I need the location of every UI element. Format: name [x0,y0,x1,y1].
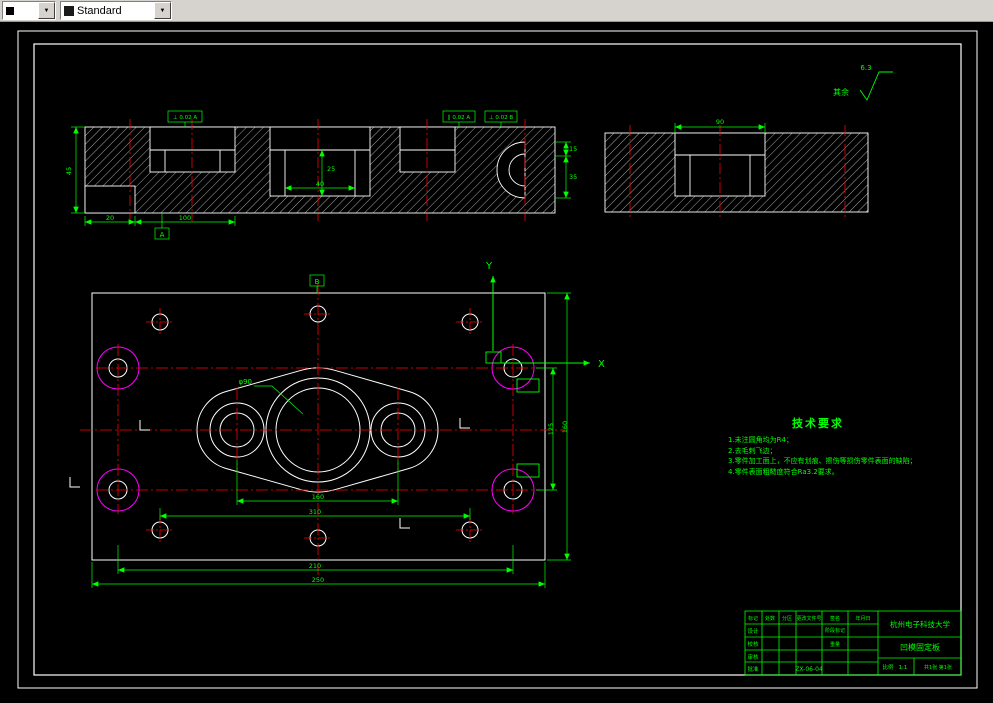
key-slots [516,378,540,478]
color-swatch-icon [6,6,14,15]
fcf-text: ⊥ 0.02 A [173,115,198,121]
front-section-view: 45 20 100 25 40 15 35 ⊥ 0.02 A ∥ 0.02 A … [65,110,577,240]
layer-dropdown[interactable]: ▼ [2,1,56,20]
tb-part-name: 凹模固定板 [900,642,940,652]
dim-pocket-depth: 25 [327,165,335,173]
title-block: 标记 处数 分区 更改文件号 签名 年月日 设计 校核 审核 批准 阶段标记 重… [744,610,962,676]
tb-header-cell: 年月日 [855,615,870,622]
guide-pillar-inner [108,358,523,500]
dim-front-bottom: 100 [179,214,191,222]
dim-pocket-width: 40 [316,180,324,188]
tb-header-cell: 更改文件号 [796,615,821,622]
chevron-down-icon[interactable]: ▼ [154,2,171,19]
tb-row-label: 设计 [747,627,759,635]
tech-req-item: 1.未注圆角均为R4； [728,435,793,444]
toolbar: ▼ Standard ▼ [0,0,993,22]
dim-front-step: 20 [106,214,114,222]
guide-pillar-holes [96,346,535,512]
chevron-down-icon[interactable]: ▼ [38,2,55,19]
dim-front-right-lower: 35 [569,173,577,181]
dim-front-right-upper: 15 [569,145,577,153]
datum-b-label: B [315,278,320,286]
side-section-view: 90 [604,118,869,220]
tech-requirements: 技术要求 1.未注圆角均为R4； 2.去毛刺飞边； 3.零件加工面上，不应有划痕… [728,416,917,476]
tech-req-item: 2.去毛刺飞边； [728,446,777,455]
tb-sheet-info: 共1张 第1张 [924,664,952,671]
dim-plan-bottom-overall: 250 [312,576,324,584]
dim-plan-bottom-inner: 210 [309,562,321,570]
tech-req-title: 技术要求 [792,416,844,430]
tech-req-item: 4.零件表面粗糙度符合Ra3.2要求。 [728,467,839,476]
tb-row-label: 批准 [747,665,759,673]
style-icon [64,5,74,16]
dim-plan-right-inner: 125 [547,423,555,435]
tb-drawing-no: ZX-06-04 [795,666,823,673]
tech-req-item: 3.零件加工面上，不应有划痕、擦伤等损伤零件表面的缺陷； [728,456,917,465]
dim-plan-leader: φ90 [238,378,252,386]
surface-finish-value: 6.3 [860,64,871,72]
tb-header-cell: 标记 [748,615,758,622]
dim-front-height: 45 [65,167,73,175]
tb-row-label: 校核 [747,640,759,648]
drawing-canvas[interactable]: 45 20 100 25 40 15 35 ⊥ 0.02 A ∥ 0.02 A … [0,22,993,703]
tb-header-cell: 签名 [830,615,840,622]
plan-view: 210 250 125 160 160 310 φ90 B [69,274,571,588]
cad-drawing[interactable]: 45 20 100 25 40 15 35 ⊥ 0.02 A ∥ 0.02 A … [0,22,993,703]
tb-scale-label: 比例 [882,663,894,671]
tb-scale-value: 1:1 [899,665,908,671]
tb-header-cell: 分区 [782,615,792,622]
dim-side-pocket: 90 [716,118,724,126]
dim-plan-span-bolt: 310 [309,508,321,516]
fcf-text: ⊥ 0.02 B [489,115,514,121]
y-axis-label: Y [485,261,493,272]
style-value: Standard [77,4,122,17]
x-axis-label: X [598,359,605,370]
tb-row-label: 审核 [747,653,759,661]
dim-plan-right-overall: 160 [561,421,569,433]
surface-finish-note: 其余 6.3 [833,64,893,101]
roughness-icon [859,71,893,101]
fcf-text: ∥ 0.02 A [448,114,470,121]
tb-weight-label: 重量 [830,641,840,648]
dim-plan-span-big: 160 [312,493,324,501]
datum-a-label: A [160,231,165,239]
tb-university: 杭州电子科技大学 [890,619,950,629]
surface-finish-prefix: 其余 [833,87,849,97]
style-dropdown[interactable]: Standard ▼ [60,1,172,20]
tb-header-cell: 处数 [765,615,775,622]
tb-stage-label: 阶段标记 [825,627,845,634]
